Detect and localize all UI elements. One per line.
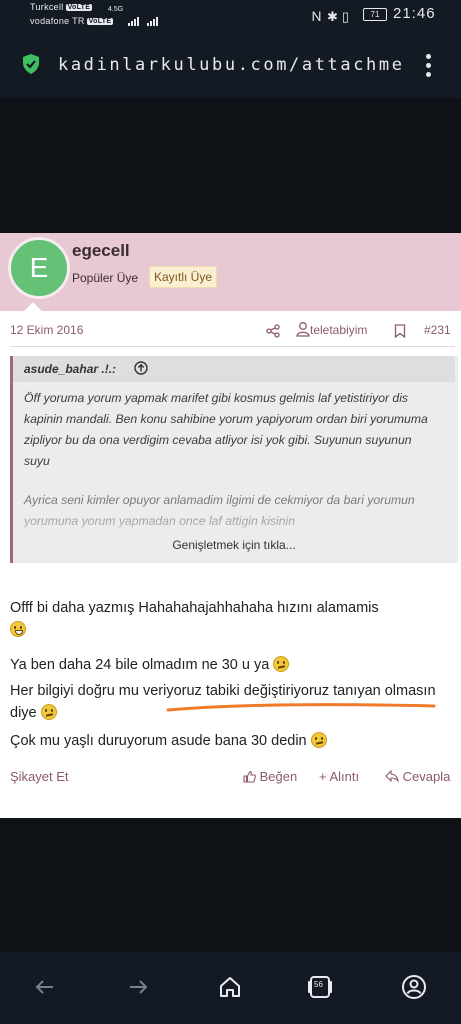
forum-post: E egecell Popüler Üye Kayıtlı Üye 12 Eki… (0, 233, 461, 818)
post-user-header: E egecell Popüler Üye Kayıtlı Üye (0, 233, 461, 322)
carrier-1: Turkcell VoLTE (30, 2, 93, 12)
tab-count: 56 (314, 980, 323, 989)
quote-header: asude_bahar .!.: (13, 356, 455, 382)
divider (10, 346, 455, 347)
network-type: 4.5G (108, 6, 124, 13)
clock: 21:46 (393, 5, 436, 22)
user-title: Popüler Üye (72, 271, 139, 285)
bookmark-icon[interactable] (394, 324, 406, 338)
grin-emoji-icon (10, 621, 26, 637)
thumbs-up-icon (243, 770, 256, 783)
post-number[interactable]: #231 (424, 323, 451, 337)
confused-emoji-icon (273, 656, 290, 672)
expand-quote-link[interactable]: Genişletmek için tıkla... (13, 538, 455, 552)
status-bar: Turkcell VoLTE vodafone TR VoLTE 4.5G Ｎ✱▯ … (0, 0, 461, 36)
battery-icon: 71 (363, 8, 387, 21)
like-button[interactable]: Beğen (243, 769, 297, 784)
post-meta: 12 Ekim 2016 teletabiyim #231 (0, 319, 461, 343)
user-link[interactable]: teletabiyim (310, 323, 367, 337)
forward-arrow-icon[interactable] (125, 974, 151, 1000)
quote-block: asude_bahar .!.: Öff yoruma yorum yapmak… (10, 356, 458, 563)
browser-url-bar[interactable]: kadinlarkulubu.com/attachments/sc (0, 36, 461, 98)
secure-shield-icon[interactable] (21, 53, 41, 75)
signal-icon (128, 8, 140, 26)
post-line: Ya ben daha 24 bile olmadım ne 30 u ya (10, 654, 455, 676)
share-icon[interactable] (266, 324, 280, 338)
quote-fade (13, 506, 455, 563)
url-text[interactable]: kadinlarkulubu.com/attachments/sc (58, 55, 403, 75)
dark-background (0, 98, 461, 233)
username[interactable]: egecell (72, 241, 130, 261)
tabs-button[interactable]: 56 (307, 974, 333, 1000)
like-label: Beğen (259, 769, 298, 784)
post-actions: Şikayet Et Beğen + Alıntı Cevapla (0, 767, 461, 789)
reply-arrow-icon (385, 769, 399, 783)
post-line: Çok mu yaşlı duruyorum asude bana 30 ded… (10, 730, 455, 752)
user-badge: Kayıtlı Üye (149, 266, 218, 288)
orange-underline-annotation (166, 703, 436, 712)
quote-button[interactable]: + Alıntı (319, 769, 359, 784)
nfc-bluetooth-vibrate-icons: Ｎ✱▯ (310, 9, 354, 24)
user-icon[interactable] (296, 321, 310, 337)
signal-icon (147, 8, 159, 26)
confused-emoji-icon (40, 704, 57, 720)
arrow-up-circle-icon[interactable] (134, 361, 148, 375)
carrier-2: vodafone TR VoLTE (30, 16, 114, 26)
reply-label: Cevapla (402, 769, 451, 784)
browser-bottom-nav: 56 (0, 952, 461, 1024)
post-line: Offf bi daha yazmış Hahahahajahhahaha hı… (10, 597, 455, 641)
confused-emoji-icon (310, 732, 327, 748)
back-arrow-icon[interactable] (32, 974, 58, 1000)
reply-button[interactable]: Cevapla (385, 769, 450, 784)
report-link[interactable]: Şikayet Et (10, 769, 69, 784)
post-date[interactable]: 12 Ekim 2016 (10, 323, 83, 337)
avatar[interactable]: E (8, 237, 70, 299)
home-icon[interactable] (217, 974, 243, 1000)
dark-background (0, 818, 461, 952)
quote-text: Öff yoruma yorum yapmak marifet gibi kos… (24, 391, 428, 468)
profile-icon[interactable] (401, 974, 427, 1000)
quote-author[interactable]: asude_bahar .!.: (24, 362, 116, 376)
menu-icon[interactable] (426, 54, 432, 81)
